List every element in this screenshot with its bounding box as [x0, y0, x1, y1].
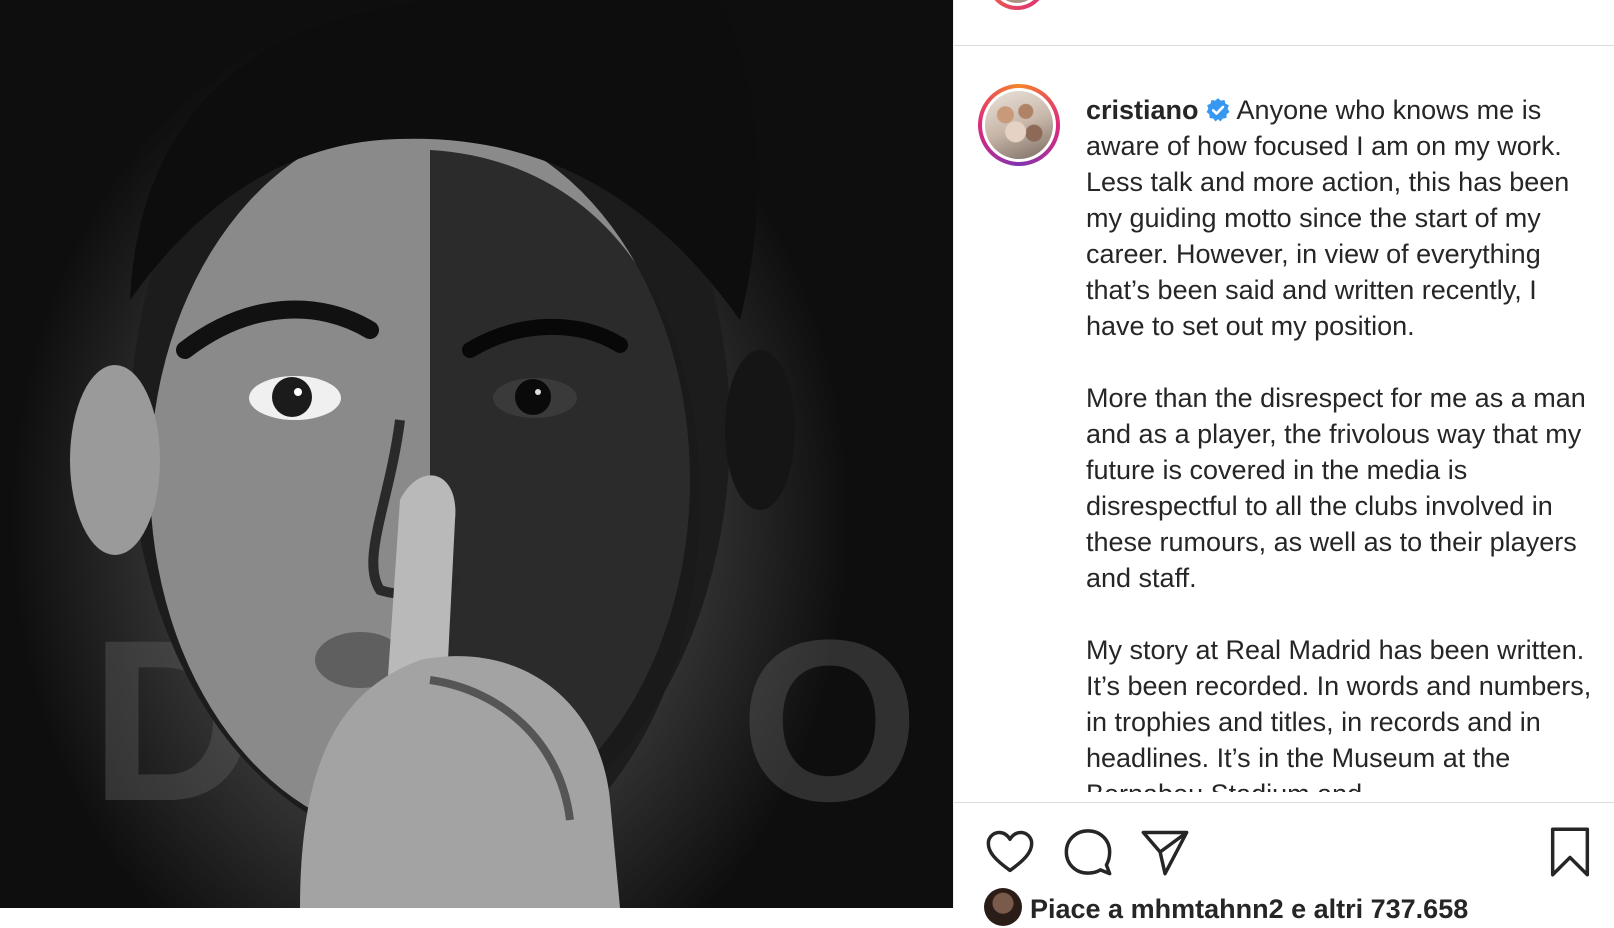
liker-avatar[interactable] — [984, 888, 1022, 926]
post-panel: cristiano Anyone who knows me is aware of… — [953, 0, 1614, 926]
comment-icon[interactable] — [1062, 826, 1114, 878]
portrait-illustration: D O — [70, 0, 919, 908]
avatar-image — [985, 91, 1053, 159]
caption-text-1: Anyone who knows me is aware of how focu… — [1086, 95, 1570, 341]
author-avatar[interactable] — [978, 84, 1060, 166]
caption-paragraph-2: More than the disrespect for me as a man… — [1086, 383, 1586, 593]
header-avatar[interactable] — [984, 0, 1050, 12]
post-image[interactable]: D O — [0, 0, 953, 908]
username-link[interactable]: cristiano — [1086, 95, 1199, 125]
caption-paragraph-1: cristiano Anyone who knows me is aware of… — [1086, 92, 1596, 344]
post-actions — [954, 812, 1614, 877]
paper-plane-icon[interactable] — [1139, 826, 1191, 878]
verified-badge-icon — [1206, 98, 1230, 122]
avatar-border — [982, 88, 1056, 162]
likes-summary[interactable]: Piace a mhmtahnn2 e altri 737.658 — [984, 888, 1604, 928]
caption-paragraph-3: My story at Real Madrid has been written… — [1086, 635, 1592, 792]
actions-divider — [954, 802, 1614, 803]
post-header — [954, 0, 1614, 46]
svg-text:O: O — [740, 592, 919, 849]
likes-text: Piace a mhmtahnn2 e altri 737.658 — [1030, 894, 1469, 924]
bookmark-icon[interactable] — [1544, 826, 1596, 878]
post-caption: cristiano Anyone who knows me is aware of… — [1086, 92, 1596, 792]
heart-icon[interactable] — [984, 826, 1036, 878]
